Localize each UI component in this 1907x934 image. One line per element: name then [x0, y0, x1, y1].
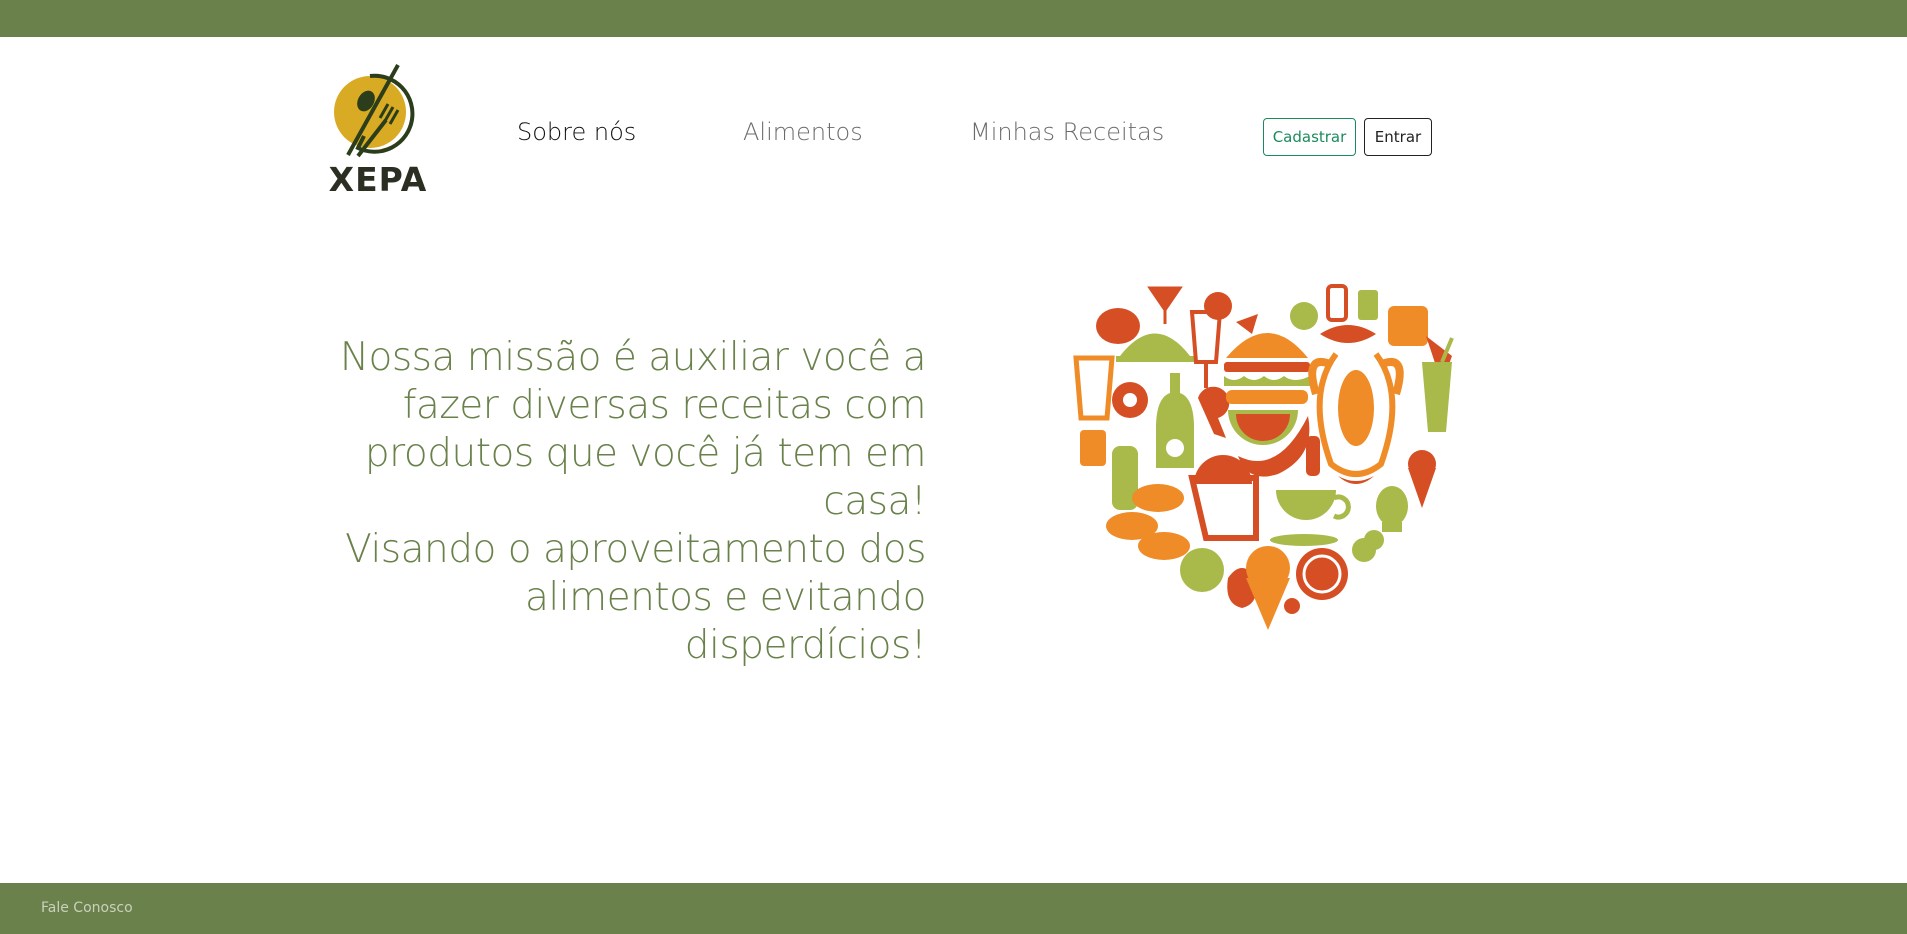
- logo-wordmark: XEPA: [328, 160, 428, 199]
- login-button[interactable]: Entrar: [1364, 118, 1432, 156]
- top-bar: [0, 0, 1907, 37]
- contact-link[interactable]: Fale Conosco: [41, 900, 133, 916]
- site-header: XEPA Sobre nós Alimentos Minhas Receitas…: [0, 37, 1907, 207]
- mission-line: Visando o aproveitamento dos: [345, 527, 926, 572]
- mission-statement: Nossa missão é auxiliar você a fazer div…: [330, 334, 927, 670]
- signup-button[interactable]: Cadastrar: [1263, 118, 1356, 156]
- mission-line: produtos que você já tem em casa!: [364, 431, 927, 524]
- mission-line: fazer diversas receitas com: [402, 383, 927, 428]
- mission-line: alimentos e evitando disperdícios!: [525, 575, 926, 668]
- site-footer: Fale Conosco: [0, 883, 1907, 934]
- mission-line: Nossa missão é auxiliar você a: [339, 335, 927, 380]
- xepa-logo[interactable]: XEPA: [328, 60, 428, 199]
- food-heart-illustration: [1068, 278, 1473, 633]
- nav-sobre-nos[interactable]: Sobre nós: [517, 118, 636, 146]
- logo-icon: [334, 64, 415, 158]
- nav-alimentos[interactable]: Alimentos: [743, 118, 863, 146]
- nav-minhas-receitas[interactable]: Minhas Receitas: [970, 118, 1164, 146]
